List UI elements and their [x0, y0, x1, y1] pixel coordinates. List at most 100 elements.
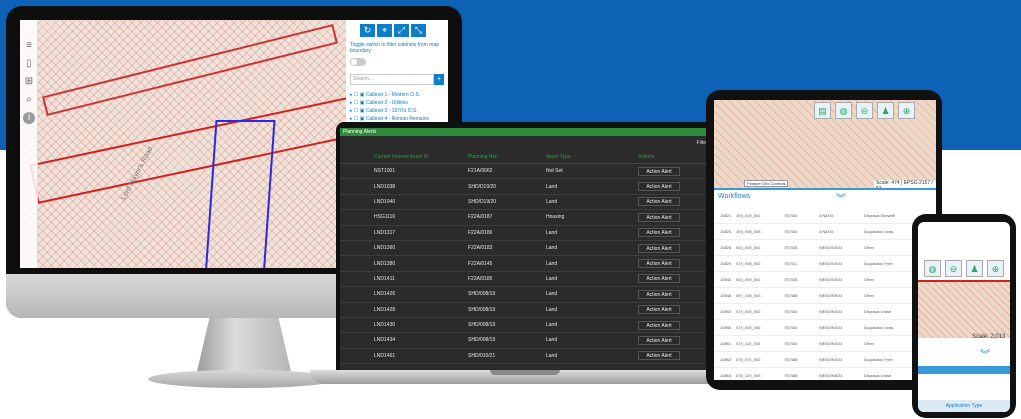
person-icon[interactable]: ♟	[966, 260, 983, 277]
action-alert-button[interactable]: Action Alert	[638, 197, 680, 207]
table-row[interactable]: LND1040 SHD/D19/20 Land Action Alert	[340, 195, 710, 211]
table-row[interactable]: 10861 074_110_003 757400 WEB1903/24 Other	[714, 336, 936, 352]
table-row[interactable]: 10862 075_075_002 757488 WEB1903/24 Acquisit…	[714, 352, 936, 368]
action-alert-button[interactable]: Action Alert	[638, 212, 680, 222]
table-row[interactable]: 10828 043_005_001 757335 WEB1915/24 Other	[714, 240, 936, 256]
action-alert-button[interactable]: Action Alert	[638, 320, 680, 330]
info-icon[interactable]: i	[23, 112, 35, 124]
toggle-description: Toggle switch to filter cabinets from ma…	[350, 42, 439, 54]
column-header[interactable]: Asset Type	[546, 154, 638, 160]
table-row[interactable]: LND1038 SHD/D19/20 Land Action Alert	[340, 179, 710, 195]
map-layer-icon[interactable]: ◍	[924, 260, 941, 277]
action-alert-button[interactable]: Action Alert	[638, 243, 680, 253]
action-alert-button[interactable]: Action Alert	[638, 351, 680, 361]
collapse-icon[interactable]: ⤡	[411, 24, 426, 37]
asset-type: Land	[546, 183, 558, 190]
table-row[interactable]: HSG1116 F22A/0187 Housing Action Alert	[340, 210, 710, 226]
selected-plot-outline[interactable]	[204, 120, 276, 268]
planning-id: 757488	[784, 373, 798, 378]
select-icon[interactable]: ⌖	[377, 24, 392, 37]
planning-ref: F22A/0145	[468, 260, 493, 267]
map-canvas[interactable]: Lord Mayor's Road ≡ ▯ ⊞ ⌕ i	[20, 20, 361, 268]
asset-type: Land	[546, 260, 558, 267]
planning-ref: F22A/0186	[468, 229, 493, 236]
column-header[interactable]: Planning Ref	[468, 154, 546, 160]
action-alert-button[interactable]: Action Alert	[638, 259, 680, 269]
asset-id: LND1461	[374, 352, 396, 359]
table-row[interactable]: 10829 074_008_002 757411 WEB1916/24 Acquisit…	[714, 256, 936, 272]
table-row[interactable]: 10848 097_108_003 757488 WEB1905/24 Other	[714, 288, 936, 304]
table-row[interactable]: NST1001 F21A/0662 Not Set Action Alert	[340, 164, 710, 180]
asset-type: Land	[546, 337, 558, 344]
bookmark-icon[interactable]: ▯	[23, 58, 35, 70]
zoom-out-icon[interactable]: ⊖	[856, 102, 873, 119]
table-row[interactable]: 10856 074_005_006 757400 WEB1903/24 Acquisit…	[714, 320, 936, 336]
map-controls-label[interactable]: Feature Grid Controls	[744, 180, 789, 187]
document-icon[interactable]: ▤	[814, 102, 831, 119]
table-row[interactable]: LND1360 F22A/0183 Land Action Alert	[340, 241, 710, 257]
planning-ref: F22A/0183	[468, 245, 493, 252]
table-row[interactable]: LND1380 F22A/0145 Land Action Alert	[340, 256, 710, 272]
workflows-table: 10821 193_019_001 757400 4 N4/03 Disposal 'B…	[714, 208, 936, 380]
search-icon[interactable]: ⌕	[23, 94, 35, 106]
expand-icon[interactable]: ⤢	[394, 24, 409, 37]
zoom-out-icon[interactable]: ⊖	[945, 260, 962, 277]
table-row[interactable]: 10821 193_019_001 757400 4 N4/03 Disposal 'B…	[714, 208, 936, 224]
application-type-label[interactable]: Application Type	[918, 400, 1010, 412]
asset-id: LND1380	[374, 260, 396, 267]
action-alert-button[interactable]: Action Alert	[638, 182, 680, 192]
grid-icon[interactable]: ⊞	[23, 76, 35, 88]
table-row[interactable]: LND1317 F22A/0186 Land Action Alert	[340, 226, 710, 241]
table-row[interactable]: 10845 043_009_001 757335 WEB1915/24 Other	[714, 272, 936, 288]
cabinet-item[interactable]: ▸ ☐ ▣ Cabinet 3 - 1970's O.S.	[350, 107, 444, 115]
table-row[interactable]: LND1461 SHD/010/21 Land Action Alert	[340, 349, 710, 365]
cabinet-item[interactable]: ▸ ☐ ▣ Cabinet 2 - Utilities	[350, 99, 444, 107]
cabinet-search: Search... +	[350, 74, 444, 85]
table-row[interactable]: 10853 074_005_002 757400 WEB1903/24 Disposal…	[714, 304, 936, 320]
asset-id: LND1411	[374, 275, 395, 282]
table-row[interactable]: LND1434 SHD/008/19 Land Action Alert	[340, 333, 710, 349]
reference: WEB1905/24	[819, 293, 843, 298]
action-alert-button[interactable]: Action Alert	[638, 166, 680, 176]
planning-ref: SHD/008/19	[468, 291, 496, 298]
planning-alerts-app: Planning Alerts Filte Current Interest A…	[340, 128, 710, 370]
refresh-icon[interactable]: ↻	[360, 24, 375, 37]
table-row[interactable]: 10825 193_008_008 757400 4 N4/03 Acquisition…	[714, 224, 936, 240]
reference: WEB1908/24	[819, 373, 843, 378]
search-input[interactable]: Search...	[350, 74, 434, 85]
workflows-bar: Workflows ︾	[714, 188, 936, 206]
filter-toggle[interactable]	[350, 58, 366, 66]
table-row[interactable]: LND1430 SHD/008/19 Land Action Alert	[340, 318, 710, 334]
cabinet-item[interactable]: ▸ ☐ ▣ Cabinet 1 - Modern O.S.	[350, 91, 444, 99]
reference: 4 N4/03	[819, 213, 834, 218]
search-button[interactable]: +	[434, 74, 444, 85]
panel-header: Planning Alerts	[340, 128, 710, 136]
column-header[interactable]: Actions	[638, 154, 710, 160]
column-header[interactable]: Current Interest Asset Id	[340, 154, 468, 160]
table-row[interactable]: LND1426 SHD/008/19 Land Action Alert	[340, 287, 710, 303]
tablet-map[interactable]: ▤ ◍ ⊖ ♟ ⊕ Feature Grid Controls Scale: 4…	[714, 100, 936, 192]
person-icon[interactable]: ♟	[877, 102, 894, 119]
action-alert-button[interactable]: Action Alert	[638, 289, 680, 299]
table-row[interactable]: LND1428 SHD/008/19 Land Action Alert	[340, 303, 710, 318]
chevron-down-icon[interactable]: ︾	[980, 346, 990, 361]
filter-label[interactable]: Filte	[340, 136, 710, 150]
layers-icon[interactable]: ≡	[23, 40, 35, 52]
action-alert-button[interactable]: Action Alert	[638, 274, 680, 284]
phone-map[interactable]	[918, 280, 1010, 338]
cabinet-list: ▸ ☐ ▣ Cabinet 1 - Modern O.S. ▸ ☐ ▣ Cabi…	[350, 91, 444, 123]
zoom-in-icon[interactable]: ⊕	[987, 260, 1004, 277]
asset-type: Land	[546, 198, 558, 205]
asset-type: Housing	[546, 214, 565, 221]
action-alert-button[interactable]: Action Alert	[638, 228, 680, 238]
action-alert-button[interactable]: Action Alert	[638, 305, 680, 315]
zoom-in-icon[interactable]: ⊕	[898, 102, 915, 119]
reference: WEB1903/24	[819, 325, 843, 330]
chevron-down-icon[interactable]: ︾	[836, 190, 846, 205]
map-layer-icon[interactable]: ◍	[835, 102, 852, 119]
table-row[interactable]: LND1411 F22A/0185 Land Action Alert	[340, 272, 710, 288]
planning-ref: F22A/0187	[468, 214, 493, 221]
workflows-app: ▤ ◍ ⊖ ♟ ⊕ Feature Grid Controls Scale: 4…	[714, 100, 936, 380]
table-row[interactable]: 10864 075_120_005 757488 WEB1908/24 Disposal…	[714, 368, 936, 380]
action-alert-button[interactable]: Action Alert	[638, 335, 680, 345]
